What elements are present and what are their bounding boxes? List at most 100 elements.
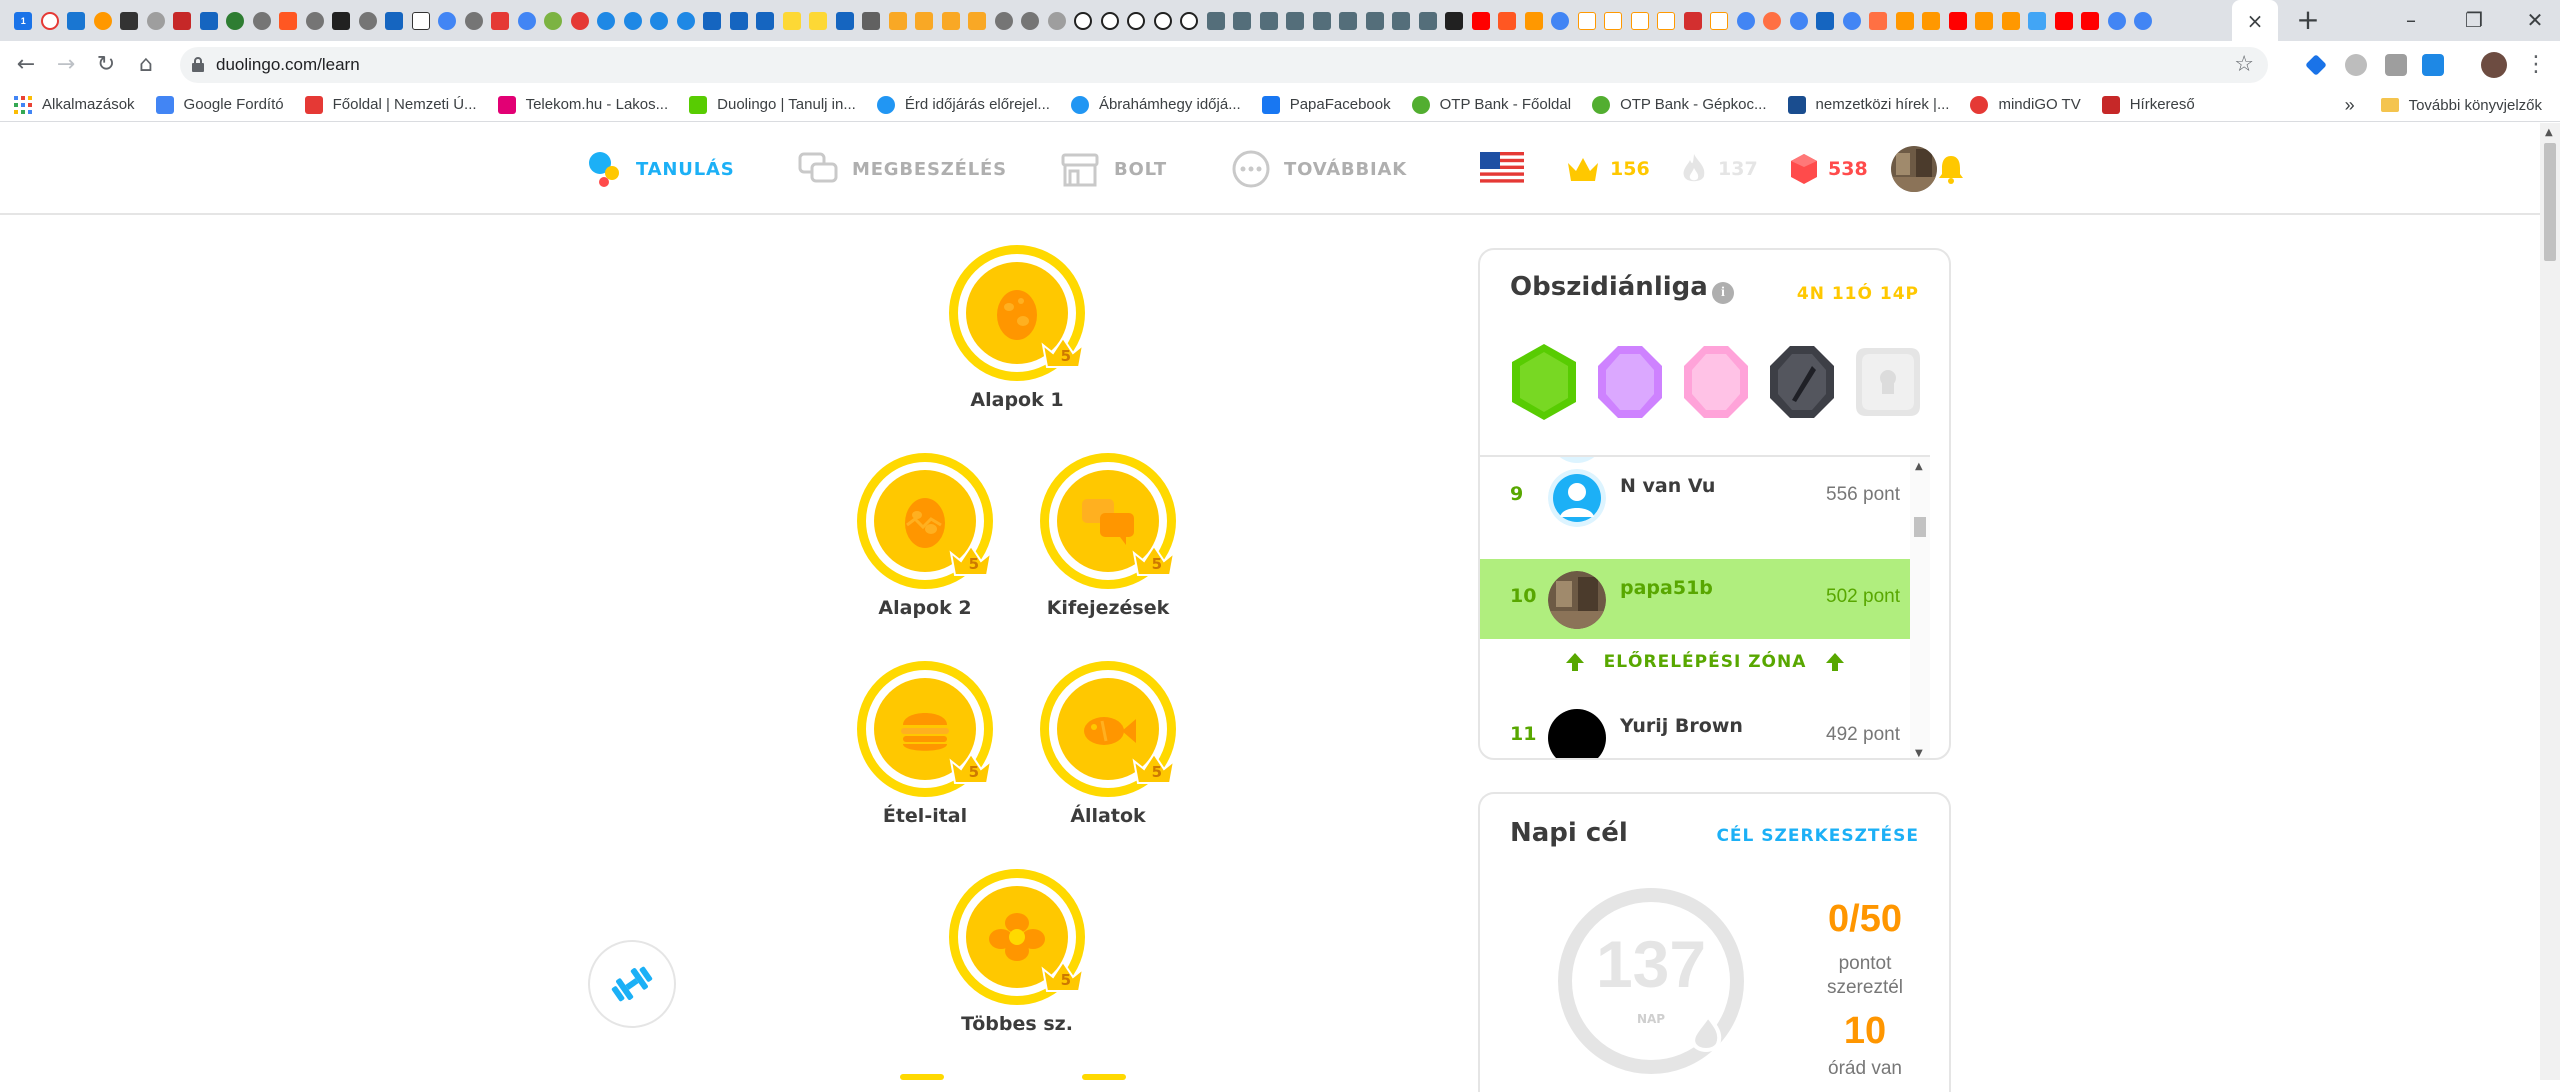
skill-alapok-1[interactable]: 5 Alapok 1 [917,245,1117,411]
language-selector[interactable] [1480,123,1524,215]
tab-globe6[interactable] [991,8,1018,34]
bookmark-erd-weather[interactable]: Érd időjárás előrejel... [876,95,1050,114]
tab-g8[interactable] [2130,8,2157,34]
tab-a1[interactable] [1521,8,1548,34]
tab-feather[interactable] [381,8,408,34]
tab-u2[interactable] [1229,8,1256,34]
tab-yt4[interactable] [2077,8,2104,34]
streak-counter[interactable]: 137 [1680,123,1758,215]
bookmark-nemzetkozi-hirek[interactable]: nemzetközi hírek |... [1787,95,1949,114]
tab-r4[interactable] [673,8,700,34]
skill-alapok-2[interactable]: 5 Alapok 2 [825,453,1025,619]
scroll-thumb[interactable] [1914,517,1926,537]
tab-pcw[interactable] [169,8,196,34]
bookmark-star-icon[interactable]: ☆ [2234,47,2254,83]
leaderboard-scrollbar[interactable]: ▲ ▼ [1910,457,1930,758]
tab-u4[interactable] [1282,8,1309,34]
tab-amz3[interactable] [1627,8,1654,34]
bookmark-google-translate[interactable]: Google Fordító [155,95,284,114]
tab-red1[interactable] [1680,8,1707,34]
leaderboard-row[interactable]: 9 N van Vu 556 pont [1480,457,1930,537]
tab-globe5[interactable] [461,8,488,34]
tab-g4[interactable] [1733,8,1760,34]
leaderboard-row[interactable]: 11 Yurij Brown 492 pont [1480,697,1930,758]
bookmark-papafacebook[interactable]: PapaFacebook [1261,95,1391,114]
tab-tv[interactable] [328,8,355,34]
tab-r3[interactable] [646,8,673,34]
tab-b4[interactable] [1998,8,2025,34]
tab-u6[interactable] [1335,8,1362,34]
skill-allatok[interactable]: 5 Állatok [1008,661,1208,827]
scroll-down-icon[interactable]: ▼ [1915,748,1923,758]
tab-sf[interactable] [1812,8,1839,34]
bookmark-mindigo[interactable]: mindiGO TV [1970,95,2081,114]
profile-avatar[interactable] [2481,52,2507,78]
scroll-up-icon[interactable]: ▲ [2545,127,2553,138]
close-window-icon[interactable]: ✕ [2512,0,2558,41]
active-tab-duolingo[interactable]: × [2232,0,2278,41]
forward-arrow-icon[interactable]: → [50,49,82,81]
notifications-bell[interactable] [1938,123,1964,215]
address-bar[interactable]: duolingo.com/learn ☆ [180,47,2268,83]
tab-g5[interactable] [1786,8,1813,34]
user-avatar[interactable] [1890,123,1938,215]
tab-r17d[interactable] [964,8,991,34]
tab-feather2[interactable] [699,8,726,34]
tab-yt1[interactable] [1468,8,1495,34]
tab-tv2[interactable] [2024,8,2051,34]
tab-news[interactable] [275,8,302,34]
tab-u5[interactable] [1309,8,1336,34]
tab-yellow2[interactable] [805,8,832,34]
tab-u7[interactable] [1362,8,1389,34]
tab-calendar[interactable]: 1 [10,8,37,34]
tab-amz4[interactable] [1653,8,1680,34]
tab-globe7[interactable] [1017,8,1044,34]
tab-r17b[interactable] [911,8,938,34]
back-arrow-icon[interactable]: ← [10,49,42,81]
extension-diamond-icon[interactable] [2305,54,2327,76]
bookmark-nemzeti[interactable]: Főoldal | Nemzeti Ú... [304,95,477,114]
tab-g3[interactable] [1547,8,1574,34]
tab-r2[interactable] [620,8,647,34]
gems-counter[interactable]: 538 [1790,123,1868,215]
tab-cam[interactable] [1044,8,1071,34]
extension-cast-icon[interactable] [2422,54,2444,76]
tab-bc[interactable] [1865,8,1892,34]
tab-globe2[interactable] [249,8,276,34]
bookmark-abrahamhegy-weather[interactable]: Ábrahámhegy időjá... [1070,95,1241,114]
tab-g6[interactable] [1839,8,1866,34]
tab-l[interactable] [1441,8,1468,34]
minimize-icon[interactable]: – [2388,0,2434,41]
tab-g7[interactable] [2104,8,2131,34]
tab-page[interactable] [116,8,143,34]
close-tab-icon[interactable]: × [2247,9,2264,33]
tab-yt3[interactable] [2051,8,2078,34]
page-scroll-thumb[interactable] [2544,143,2556,261]
tab-amz1[interactable] [1574,8,1601,34]
tab-globe[interactable] [143,8,170,34]
tab-r1[interactable] [593,8,620,34]
tab-b1[interactable] [1892,8,1919,34]
tab-amz2[interactable] [1600,8,1627,34]
tab-u1[interactable] [1203,8,1230,34]
tab-cw[interactable] [408,8,435,34]
scroll-up-icon[interactable]: ▲ [1915,461,1923,472]
bookmark-telekom[interactable]: Telekom.hu - Lakos... [497,95,668,114]
skill-tobbes-sz[interactable]: 5 Többes sz. [917,869,1117,1035]
tab-horse[interactable] [858,8,885,34]
tab-clock4[interactable] [1150,8,1177,34]
bookmark-apps[interactable]: Alkalmazások [14,95,135,114]
nav-more[interactable]: TOVÁBBIAK [1232,123,1407,215]
reload-icon[interactable]: ↻ [90,49,122,81]
tab-cloud[interactable] [90,8,117,34]
tab-green[interactable] [222,8,249,34]
tab-u3[interactable] [1256,8,1283,34]
menu-dots-icon[interactable]: ⋮ [2520,49,2552,81]
tab-news2[interactable] [1494,8,1521,34]
bookmark-otp-gepkocsi[interactable]: OTP Bank - Gépkoc... [1592,95,1767,114]
tab-yt2[interactable] [1945,8,1972,34]
tab-r17c[interactable] [938,8,965,34]
other-bookmarks[interactable]: További könyvjelzők [2409,97,2542,114]
skill-kifejezesek[interactable]: 5 Kifejezések [1008,453,1208,619]
bookmark-duolingo[interactable]: Duolingo | Tanulj in... [689,95,856,114]
